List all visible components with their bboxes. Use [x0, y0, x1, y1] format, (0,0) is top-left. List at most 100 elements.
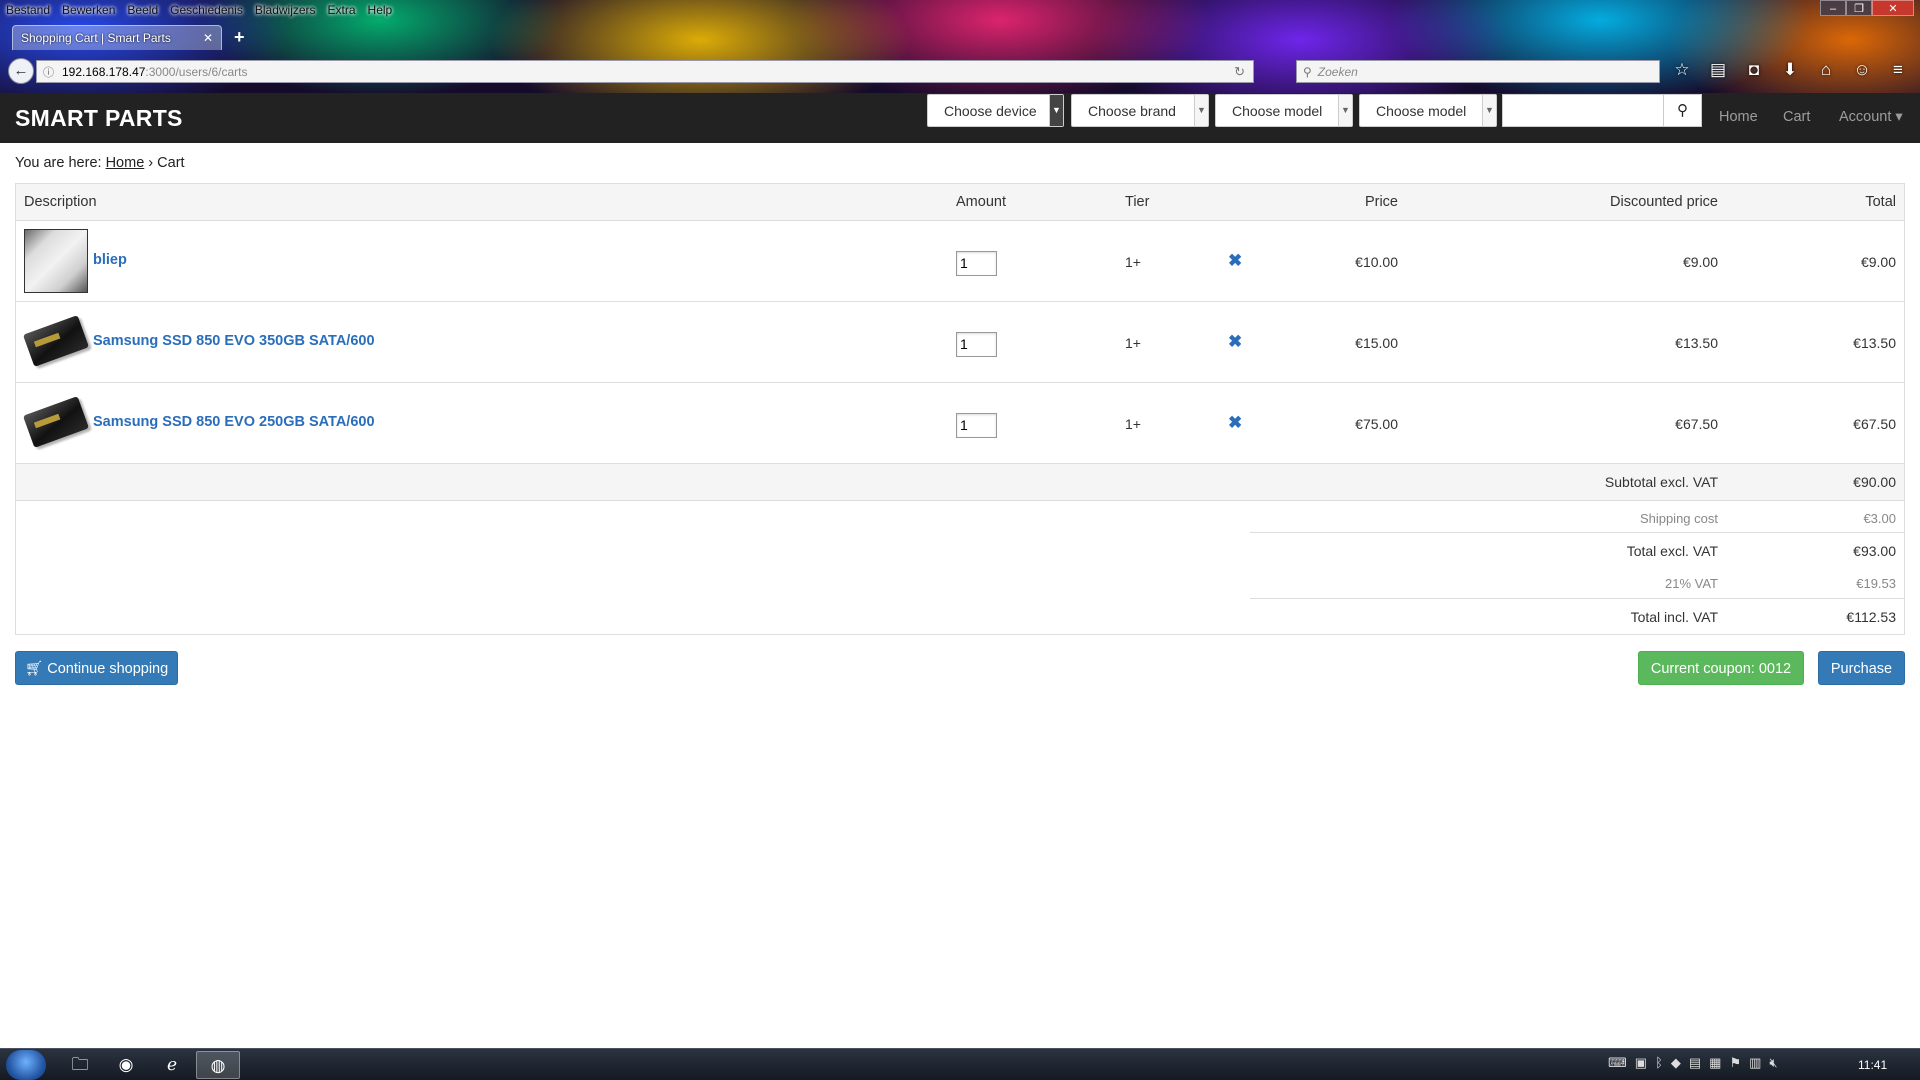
total-value: €13.50 [1853, 335, 1896, 351]
remove-item-icon[interactable]: ✖ [1228, 251, 1242, 271]
chevron-down-icon: ▼ [1049, 95, 1063, 126]
sync-icon[interactable]: ☺ [1850, 58, 1874, 82]
amount-input[interactable]: 1 [956, 251, 997, 276]
amount-input[interactable]: 1 [956, 332, 997, 357]
tray-app-icon[interactable]: ◆ [1671, 1055, 1681, 1071]
search-icon: ⚲ [1677, 102, 1688, 119]
choose-model-select-2[interactable]: Choose model ▼ [1359, 94, 1497, 127]
remove-item-icon[interactable]: ✖ [1228, 413, 1242, 433]
product-name-link[interactable]: Samsung SSD 850 EVO 250GB SATA/600 [93, 414, 375, 430]
browser-chrome: Bestand Bewerken Beeld Geschiedenis Blad… [0, 0, 1920, 93]
breadcrumb-home-link[interactable]: Home [106, 155, 145, 171]
amount-input[interactable]: 1 [956, 413, 997, 438]
site-search-input[interactable] [1502, 94, 1664, 127]
search-button[interactable]: ⚲ [1664, 94, 1702, 127]
new-tab-icon[interactable]: + [234, 27, 245, 48]
site-navbar: SMART PARTS Choose device ▼ Choose brand… [0, 93, 1920, 143]
cart-icon: 🛒︎ [24, 661, 44, 677]
choose-model-label-2: Choose model [1376, 103, 1467, 119]
reading-list-icon[interactable]: ▤ [1706, 58, 1730, 82]
tray-app-icon[interactable]: ▤ [1689, 1055, 1701, 1071]
menu-help[interactable]: Help [368, 0, 393, 20]
app-tray-icon[interactable]: ▣ [1635, 1055, 1647, 1071]
remove-item-icon[interactable]: ✖ [1228, 332, 1242, 352]
column-amount: Amount [956, 194, 1006, 210]
hamburger-menu-icon[interactable]: ≡ [1886, 58, 1910, 82]
cart-row: Samsung SSD 850 EVO 350GB SATA/600 1 1+ … [16, 302, 1904, 383]
product-name-link[interactable]: Samsung SSD 850 EVO 350GB SATA/600 [93, 333, 375, 349]
product-name-link[interactable]: bliep [93, 252, 127, 268]
choose-device-select[interactable]: Choose device ▼ [927, 94, 1064, 127]
purchase-button[interactable]: Purchase [1818, 651, 1905, 685]
total-excl-value: €93.00 [1853, 543, 1896, 559]
tier-value: 1+ [1125, 335, 1141, 351]
cart-table: Description Amount Tier Price Discounted… [15, 183, 1905, 635]
search-placeholder: Zoeken [1317, 64, 1358, 79]
column-discounted-price: Discounted price [1610, 194, 1718, 210]
bookmark-star-icon[interactable]: ☆ [1670, 58, 1694, 82]
close-window-icon[interactable]: ✕ [1872, 0, 1914, 16]
close-tab-icon[interactable]: ✕ [203, 31, 213, 45]
browser-search-bar[interactable]: ⚲ Zoeken [1296, 60, 1660, 83]
browser-navigation: ← ⓘ 192.168.178.47 :3000/users/6/carts ↻… [0, 58, 1920, 86]
nav-account-dropdown[interactable]: Account ▾ [1839, 109, 1903, 125]
url-bar[interactable]: ⓘ 192.168.178.47 :3000/users/6/carts ↻ [36, 60, 1254, 83]
nav-home-link[interactable]: Home [1719, 109, 1758, 125]
discounted-price-value: €9.00 [1682, 254, 1718, 270]
clock[interactable]: 11:41 [1858, 1058, 1887, 1072]
url-host: 192.168.178.47 [62, 64, 146, 79]
browser-toolbar: ☆ ▤ ◘ ⬇ ⌂ ☺ ≡ [1670, 58, 1910, 82]
nav-cart-link[interactable]: Cart [1783, 109, 1810, 125]
total-value: €67.50 [1853, 416, 1896, 432]
volume-muted-icon[interactable]: 🔇︎ [1769, 1055, 1777, 1071]
network-icon[interactable]: ▥ [1749, 1055, 1761, 1071]
breadcrumb-separator: › [148, 155, 154, 171]
vat-row: 21% VAT €19.53 [16, 573, 1904, 597]
menu-beeld[interactable]: Beeld [127, 0, 158, 20]
product-thumbnail[interactable] [24, 229, 88, 293]
system-tray: ⌨ ▣ ᛒ ◆ ▤ ▦ ⚑ ▥ 🔇︎ [1608, 1055, 1778, 1071]
menu-bladwijzers[interactable]: Bladwijzers [255, 0, 316, 20]
total-value: €9.00 [1860, 254, 1896, 270]
site-brand[interactable]: SMART PARTS [15, 105, 183, 132]
media-player-icon[interactable]: ◉ [104, 1051, 148, 1079]
choose-model-label: Choose model [1232, 103, 1323, 119]
home-icon[interactable]: ⌂ [1814, 58, 1838, 82]
total-incl-label: Total incl. VAT [1630, 609, 1718, 625]
back-icon[interactable]: ← [8, 58, 34, 84]
menu-bestand[interactable]: Bestand [6, 0, 50, 20]
continue-shopping-label: Continue shopping [47, 661, 169, 677]
minimize-icon[interactable]: – [1820, 0, 1846, 16]
subtotal-label: Subtotal excl. VAT [1604, 474, 1718, 490]
internet-explorer-icon[interactable]: ℯ [150, 1051, 194, 1079]
cart-row: bliep 1 1+ ✖ €10.00 €9.00 €9.00 [16, 221, 1904, 302]
download-icon[interactable]: ⬇ [1778, 58, 1802, 82]
browser-tab[interactable]: Shopping Cart | Smart Parts ✕ [12, 25, 222, 50]
current-coupon-button[interactable]: Current coupon: 0012 [1638, 651, 1804, 685]
explorer-icon[interactable]: 🗀 [58, 1051, 102, 1079]
chevron-down-icon: ▼ [1194, 95, 1208, 126]
site-info-icon[interactable]: ⓘ [43, 64, 54, 80]
reload-icon[interactable]: ↻ [1234, 64, 1245, 80]
pocket-icon[interactable]: ◘ [1742, 58, 1766, 82]
choose-brand-select[interactable]: Choose brand ▼ [1071, 94, 1209, 127]
summary-divider [1250, 532, 1904, 533]
firefox-icon[interactable]: ◍ [196, 1051, 240, 1079]
tray-app-icon[interactable]: ▦ [1709, 1055, 1721, 1071]
continue-shopping-button[interactable]: 🛒︎ Continue shopping [15, 651, 178, 685]
maximize-icon[interactable]: ❐ [1846, 0, 1872, 16]
keyboard-icon[interactable]: ⌨ [1608, 1055, 1627, 1071]
menu-extra[interactable]: Extra [328, 0, 356, 20]
choose-model-select[interactable]: Choose model ▼ [1215, 94, 1353, 127]
flag-icon[interactable]: ⚑ [1729, 1055, 1741, 1071]
total-incl-value: €112.53 [1846, 609, 1896, 625]
menu-bewerken[interactable]: Bewerken [62, 0, 115, 20]
shipping-value: €3.00 [1863, 511, 1896, 526]
product-thumbnail[interactable] [22, 310, 90, 374]
start-button[interactable] [6, 1050, 46, 1080]
bluetooth-icon[interactable]: ᛒ [1655, 1055, 1663, 1071]
discounted-price-value: €13.50 [1675, 335, 1718, 351]
menu-geschiedenis[interactable]: Geschiedenis [170, 0, 243, 20]
product-thumbnail[interactable] [22, 391, 90, 455]
window-controls: – ❐ ✕ [1820, 0, 1914, 16]
